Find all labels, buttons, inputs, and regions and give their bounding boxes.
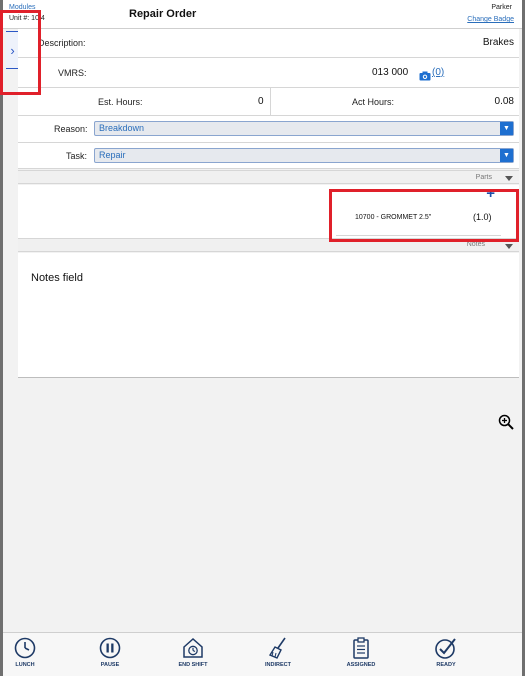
tab-indirect[interactable]: INDIRECT [256,636,300,674]
tab-pause[interactable]: PAUSE [88,636,132,674]
camera-icon[interactable] [419,68,431,86]
clock-icon [14,637,36,659]
est-hours-label: Est. Hours: [98,97,143,107]
chevron-down-icon [505,244,513,249]
dropdown-arrow-icon: ▼ [500,149,513,162]
task-select[interactable]: Repair ▼ [94,148,514,163]
tab-lunch[interactable]: LUNCH [3,636,47,674]
repair-order-form: Description: Brakes VMRS: 013 000 (0) Es… [18,29,519,169]
est-hours-value[interactable]: 0 [258,96,264,107]
broom-icon [268,637,286,659]
hours-divider [270,88,271,116]
highlight-box-side-tab [0,10,41,95]
notes-placeholder: Notes field [31,272,83,284]
reason-row: Reason: Breakdown ▼ [18,116,519,143]
description-row: Description: Brakes [18,29,519,58]
vmrs-row: VMRS: 013 000 (0) [18,58,519,88]
tab-end-shift[interactable]: END SHIFT [171,636,215,674]
page-title: Repair Order [129,8,197,20]
house-clock-icon [183,637,203,658]
tab-assigned-label: ASSIGNED [346,662,376,668]
description-value[interactable]: Brakes [483,37,514,48]
tab-assigned[interactable]: ASSIGNED [339,636,383,674]
task-row: Task: Repair ▼ [18,143,519,169]
reason-selected-value: Breakdown [99,123,145,133]
vmrs-photo-count[interactable]: (0) [432,67,444,78]
pause-icon [99,637,121,659]
reason-select[interactable]: Breakdown ▼ [94,121,514,136]
app-window: Modules Unit #: 10.4 Repair Order Parker… [0,0,522,676]
task-selected-value: Repair [99,150,126,160]
zoom-in-icon[interactable] [498,414,514,430]
notes-field[interactable]: Notes field [18,253,519,378]
description-label: Description: [38,38,86,48]
vmrs-label: VMRS: [58,68,87,78]
vmrs-value[interactable]: 013 000 [372,67,408,78]
notes-section-label: Notes [466,241,485,248]
highlight-box-part-row [329,189,519,242]
act-hours-value: 0.08 [494,96,514,107]
clipboard-icon [353,637,369,659]
top-header: Modules Unit #: 10.4 Repair Order Parker… [3,0,522,29]
tab-ready[interactable]: READY [424,636,468,674]
task-label: Task: [66,151,88,161]
tab-pause-label: PAUSE [100,662,120,668]
act-hours-label: Act Hours: [352,97,395,107]
tab-ready-label: READY [436,662,456,668]
bottom-tab-bar: LUNCH PAUSE END SHIFT INDIRECT ASSIGNED … [3,632,522,676]
tab-lunch-label: LUNCH [15,662,35,668]
chevron-down-icon [505,176,513,181]
tab-end-shift-label: END SHIFT [178,662,208,668]
user-name: Parker [491,4,512,11]
parts-section-label: Parts [475,174,492,181]
tab-indirect-label: INDIRECT [265,662,291,668]
reason-label: Reason: [54,124,88,134]
hours-row: Est. Hours: 0 Act Hours: 0.08 [18,88,519,116]
change-badge-link[interactable]: Change Badge [467,16,514,23]
content-area: Modules Unit #: 10.4 Repair Order Parker… [3,0,522,632]
dropdown-arrow-icon: ▼ [500,122,513,135]
check-icon [435,638,456,659]
parts-section-header[interactable]: Parts [18,170,519,184]
